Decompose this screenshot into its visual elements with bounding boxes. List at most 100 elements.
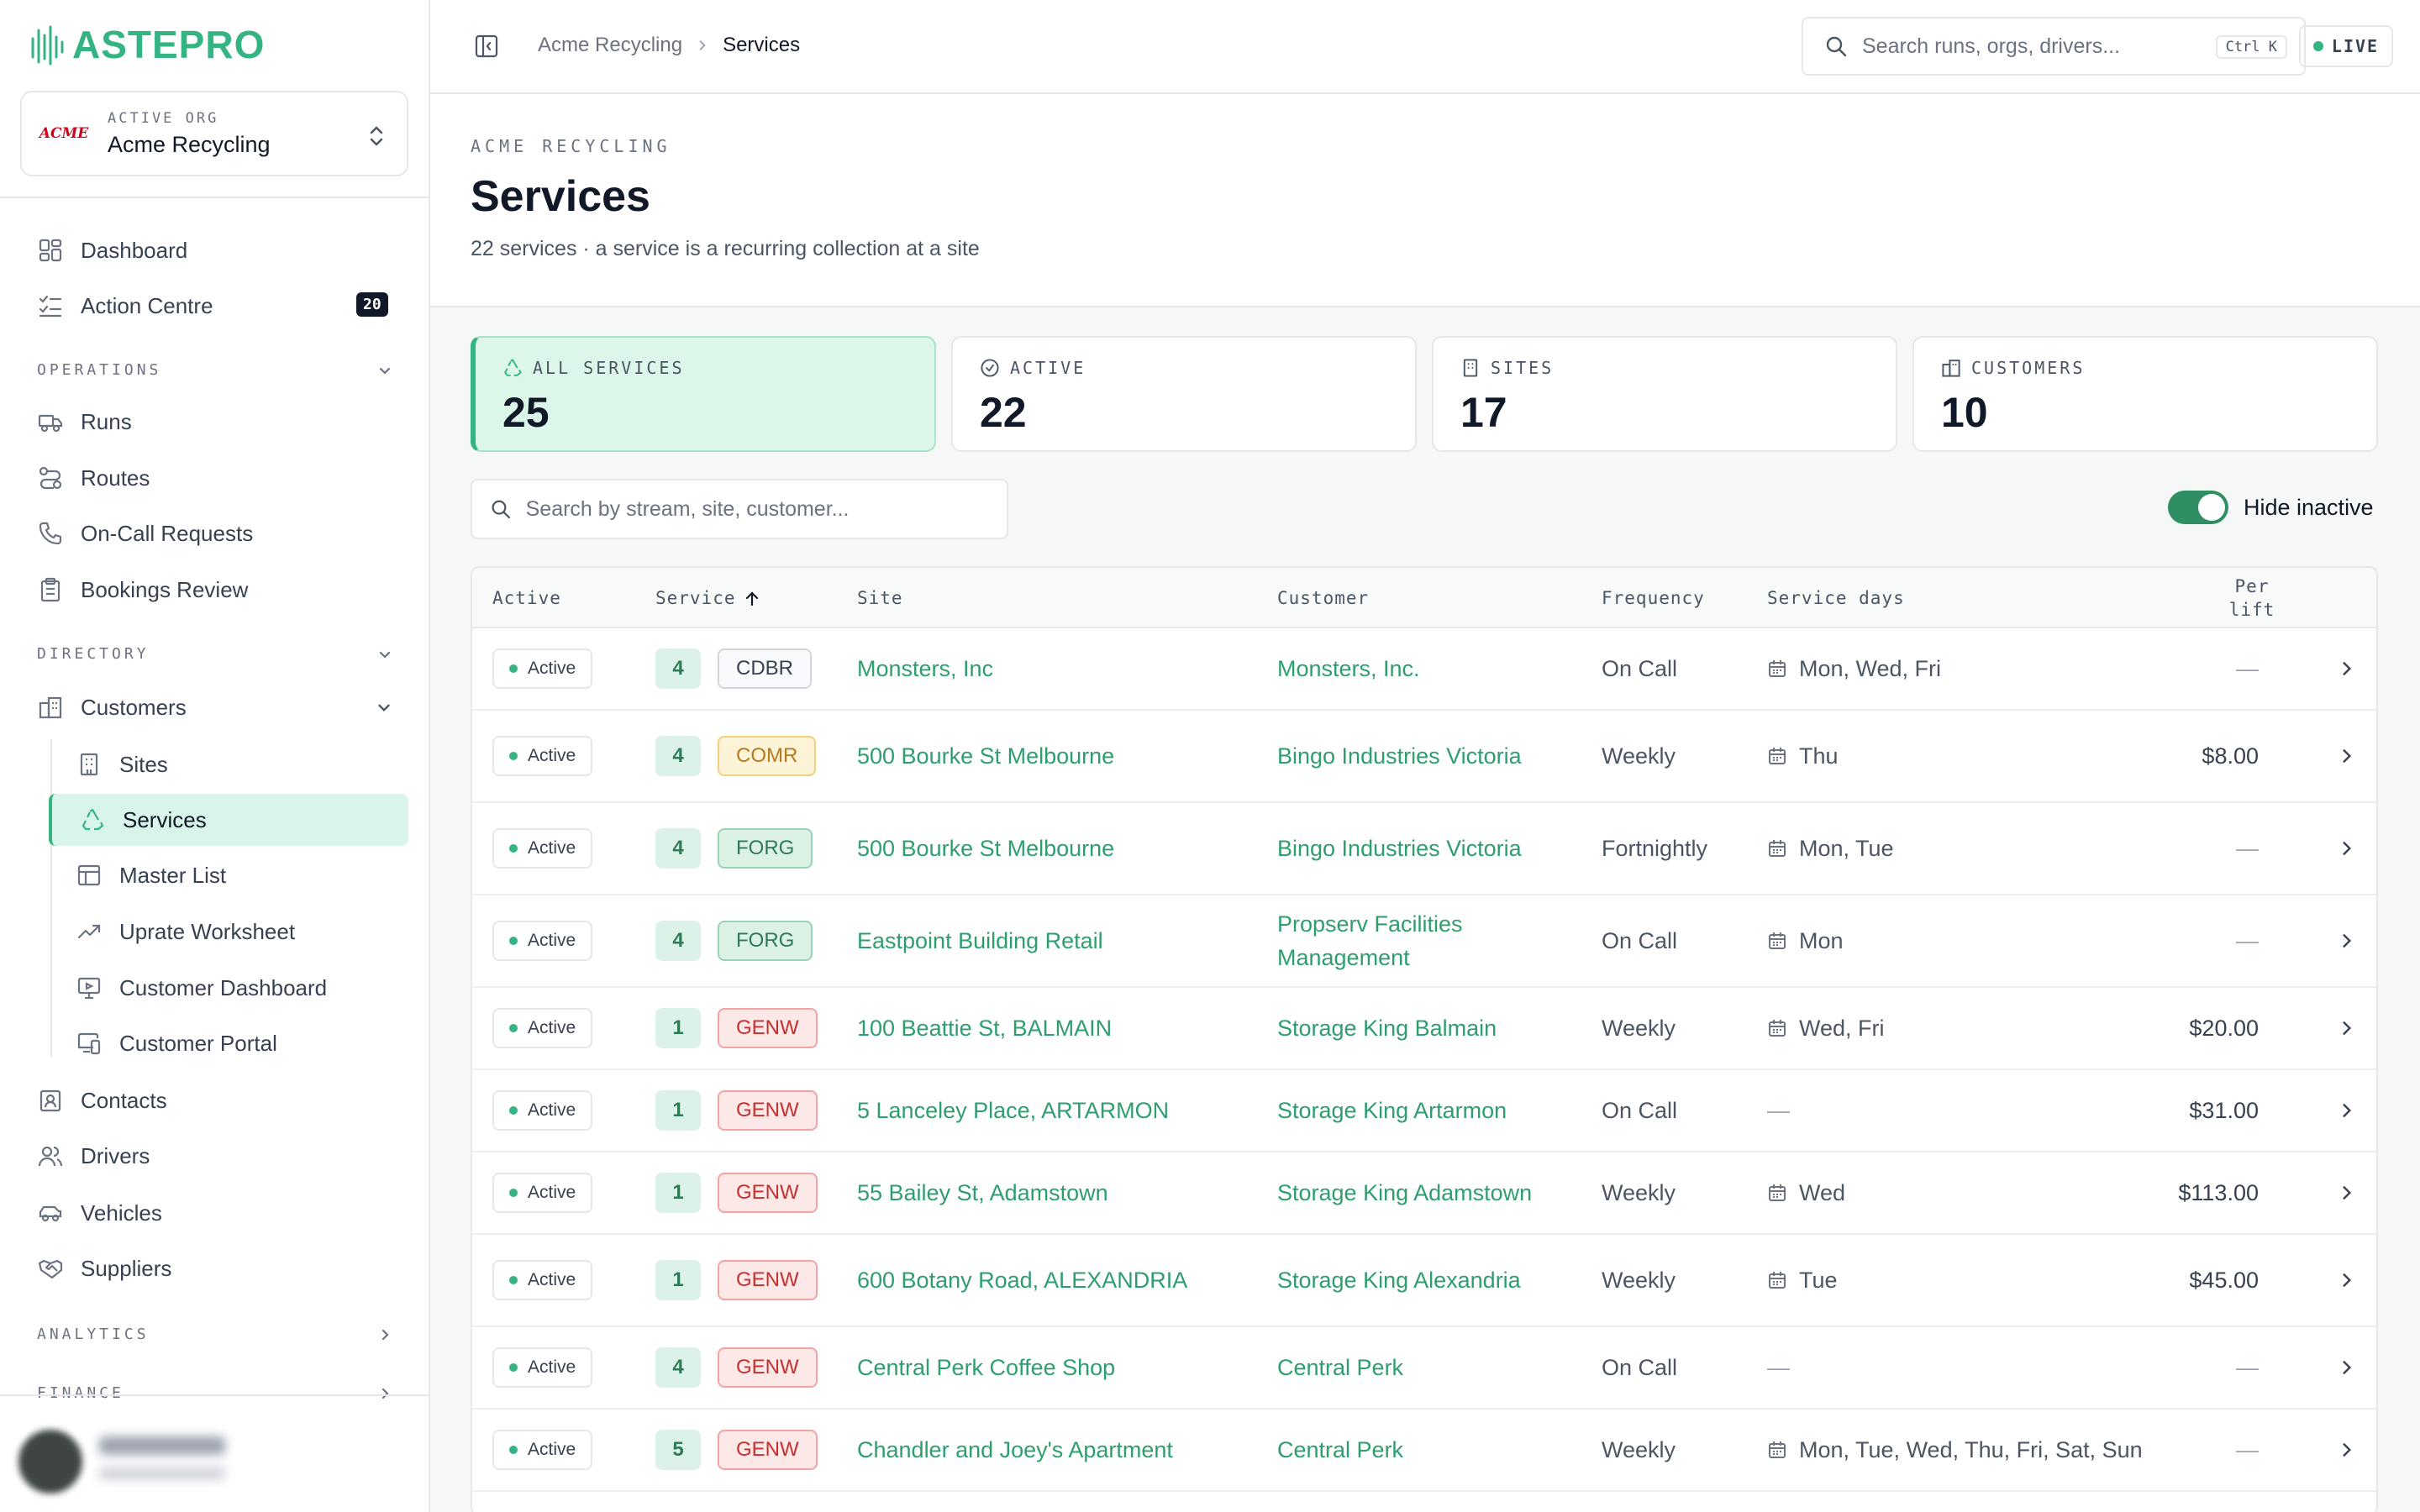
column-header-label: Service — [655, 588, 736, 608]
site-link[interactable]: Monsters, Inc — [857, 628, 993, 709]
row-open-button[interactable] — [2338, 803, 2356, 894]
app-logo[interactable]: ASTEPRO — [30, 20, 265, 69]
frequency-cell: Weekly — [1602, 1267, 1676, 1293]
site-link[interactable]: Chandler and Joey's Apartment — [857, 1410, 1173, 1490]
sidebar-item-sites[interactable]: Sites — [76, 743, 168, 786]
customer-link[interactable]: Propserv Facilities Management — [1277, 895, 1563, 986]
customer-link[interactable]: Storage King Balmain — [1277, 988, 1563, 1068]
table-row[interactable]: Active 4 COMR 500 Bourke St Melbourne Bingo … — [472, 711, 2376, 803]
row-open-button[interactable] — [2338, 988, 2356, 1068]
stat-card-active[interactable]: ACTIVE 22 — [951, 336, 1417, 452]
customer-link[interactable]: Bingo Industries Victoria — [1277, 711, 1563, 801]
site-link[interactable]: 500 Bourke St Melbourne — [857, 711, 1114, 801]
row-open-button[interactable] — [2338, 711, 2356, 801]
table-row[interactable]: Active 4 FORG Eastpoint Building Retail Prop… — [472, 895, 2376, 988]
customer-link[interactable]: Storage King Adamstown — [1277, 1152, 1563, 1233]
row-open-button[interactable] — [2338, 1327, 2356, 1408]
user-menu[interactable] — [0, 1394, 429, 1512]
site-link[interactable]: Eastpoint Building Retail — [857, 895, 1103, 986]
row-open-button[interactable] — [2338, 1070, 2356, 1151]
status-badge: Active — [492, 736, 593, 776]
column-header-service-days[interactable]: Service days — [1767, 588, 1905, 608]
site-link[interactable]: 5 Lanceley Place, ARTARMON — [857, 1070, 1169, 1151]
column-header-service[interactable]: Service — [655, 588, 760, 608]
sidebar-item-label: Master List — [119, 862, 227, 888]
table-row[interactable]: Active 1 GENW 5 Lanceley Place, ARTARMON Sto… — [472, 1070, 2376, 1152]
sidebar-item-on-call-requests[interactable]: On-Call Requests — [37, 512, 253, 555]
customer-link[interactable]: Central Perk — [1277, 1410, 1563, 1490]
site-link[interactable]: 600 Botany Road, ALEXANDRIA — [857, 1235, 1187, 1326]
sidebar-item-suppliers[interactable]: Suppliers — [37, 1247, 171, 1290]
column-header-customer[interactable]: Customer — [1277, 588, 1369, 608]
table-row[interactable]: Active 5 GENW Chandler and Joey's Apartment… — [472, 1410, 2376, 1492]
sidebar-item-action-centre[interactable]: Action Centre — [37, 284, 213, 328]
column-header-site[interactable]: Site — [857, 588, 903, 608]
toggle-switch[interactable] — [2168, 491, 2228, 524]
waste-stream-badge: CDBR — [718, 648, 813, 689]
stat-card-all-services[interactable]: ALL SERVICES 25 — [471, 336, 936, 452]
table-row[interactable]: Active 4 CDBR Monsters, Inc Monsters, Inc. On… — [472, 628, 2376, 711]
sidebar-item-contacts[interactable]: Contacts — [37, 1079, 167, 1122]
sidebar-item-dashboard[interactable]: Dashboard — [37, 228, 187, 272]
status-badge: Active — [492, 648, 593, 689]
stat-card-sites[interactable]: SITES 17 — [1432, 336, 1897, 452]
sidebar-item-vehicles[interactable]: Vehicles — [37, 1191, 162, 1235]
chevron-down-icon — [378, 704, 390, 712]
column-header-per-lift[interactable]: Per lift — [2218, 575, 2286, 622]
sidebar-item-services[interactable]: Services — [49, 794, 408, 846]
stat-card-customers[interactable]: CUSTOMERS 10 — [1912, 336, 2378, 452]
section-operations[interactable]: OPERATIONS — [37, 361, 393, 379]
table-row[interactable]: Active 1 GENW 600 Botany Road, ALEXANDRIA St… — [472, 1235, 2376, 1327]
status-label: Active — [528, 1270, 576, 1289]
table-row[interactable]: Active 4 FORG 500 Bourke St Melbourne Bingo … — [472, 803, 2376, 895]
row-open-button[interactable] — [2338, 895, 2356, 986]
row-open-button[interactable] — [2338, 1235, 2356, 1326]
sidebar-item-drivers[interactable]: Drivers — [37, 1134, 150, 1178]
sidebar-item-customer-dashboard[interactable]: Customer Dashboard — [76, 966, 327, 1010]
waste-stream-badge: GENW — [718, 1347, 818, 1388]
hide-inactive-toggle[interactable]: Hide inactive — [2168, 491, 2374, 524]
services-search[interactable] — [471, 479, 1008, 539]
table-row[interactable]: Active 4 GENW Central Perk Coffee Shop Centr… — [472, 1327, 2376, 1410]
global-search[interactable]: Ctrl K — [1802, 17, 2306, 76]
customer-link[interactable]: Storage King Alexandria — [1277, 1235, 1563, 1326]
sidebar-item-customer-portal[interactable]: Customer Portal — [76, 1021, 277, 1065]
table-row[interactable]: Active 1 GENW 55 Bailey St, Adamstown Storag… — [472, 1152, 2376, 1235]
column-header-frequency[interactable]: Frequency — [1602, 588, 1705, 608]
breadcrumb: Acme Recycling Services — [538, 34, 800, 57]
sidebar-item-customers[interactable]: Customers — [37, 685, 393, 729]
sidebar-item-bookings-review[interactable]: Bookings Review — [37, 568, 248, 612]
row-open-button[interactable] — [2338, 628, 2356, 709]
customer-link[interactable]: Monsters, Inc. — [1277, 628, 1563, 709]
breadcrumb-org-link[interactable]: Acme Recycling — [538, 34, 682, 57]
row-open-button[interactable] — [2338, 1152, 2356, 1233]
sidebar-item-runs[interactable]: Runs — [37, 400, 132, 444]
sidebar-item-label: Uprate Worksheet — [119, 918, 296, 944]
org-switcher[interactable]: ACME ACTIVE ORG Acme Recycling — [20, 91, 408, 176]
customer-link[interactable]: Central Perk — [1277, 1327, 1563, 1408]
site-link[interactable]: Central Perk Coffee Shop — [857, 1327, 1115, 1408]
services-search-input[interactable] — [525, 496, 990, 522]
customer-link[interactable]: Bingo Industries Victoria — [1277, 803, 1563, 894]
site-link[interactable]: 55 Bailey St, Adamstown — [857, 1152, 1108, 1233]
sidebar-item-routes[interactable]: Routes — [37, 456, 150, 500]
section-directory[interactable]: DIRECTORY — [37, 645, 393, 663]
table-row[interactable]: Propserv Facilities — [472, 1492, 2376, 1512]
sidebar-toggle-icon[interactable] — [474, 34, 499, 59]
status-badge: Active — [492, 1090, 593, 1131]
stat-label: CUSTOMERS — [1971, 358, 2086, 378]
section-analytics[interactable]: ANALYTICS — [37, 1326, 393, 1343]
global-search-input[interactable] — [1862, 34, 2181, 59]
site-link[interactable]: 100 Beattie St, BALMAIN — [857, 988, 1112, 1068]
site-link[interactable]: 500 Bourke St Melbourne — [857, 803, 1114, 894]
status-badge: Active — [492, 1430, 593, 1470]
row-open-button[interactable] — [2338, 1410, 2356, 1490]
customer-link[interactable]: Storage King Artarmon — [1277, 1070, 1563, 1151]
sidebar-item-uprate-worksheet[interactable]: Uprate Worksheet — [76, 910, 295, 953]
customer-link[interactable]: Propserv Facilities — [1277, 1492, 1563, 1512]
table-row[interactable]: Active 1 GENW 100 Beattie St, BALMAIN Storag… — [472, 988, 2376, 1070]
sidebar-item-master-list[interactable]: Master List — [76, 853, 226, 897]
container-count: 4 — [655, 921, 701, 961]
column-header-active[interactable]: Active — [492, 588, 561, 608]
services-table: Active Service Site Customer Frequency S… — [471, 566, 2378, 1512]
